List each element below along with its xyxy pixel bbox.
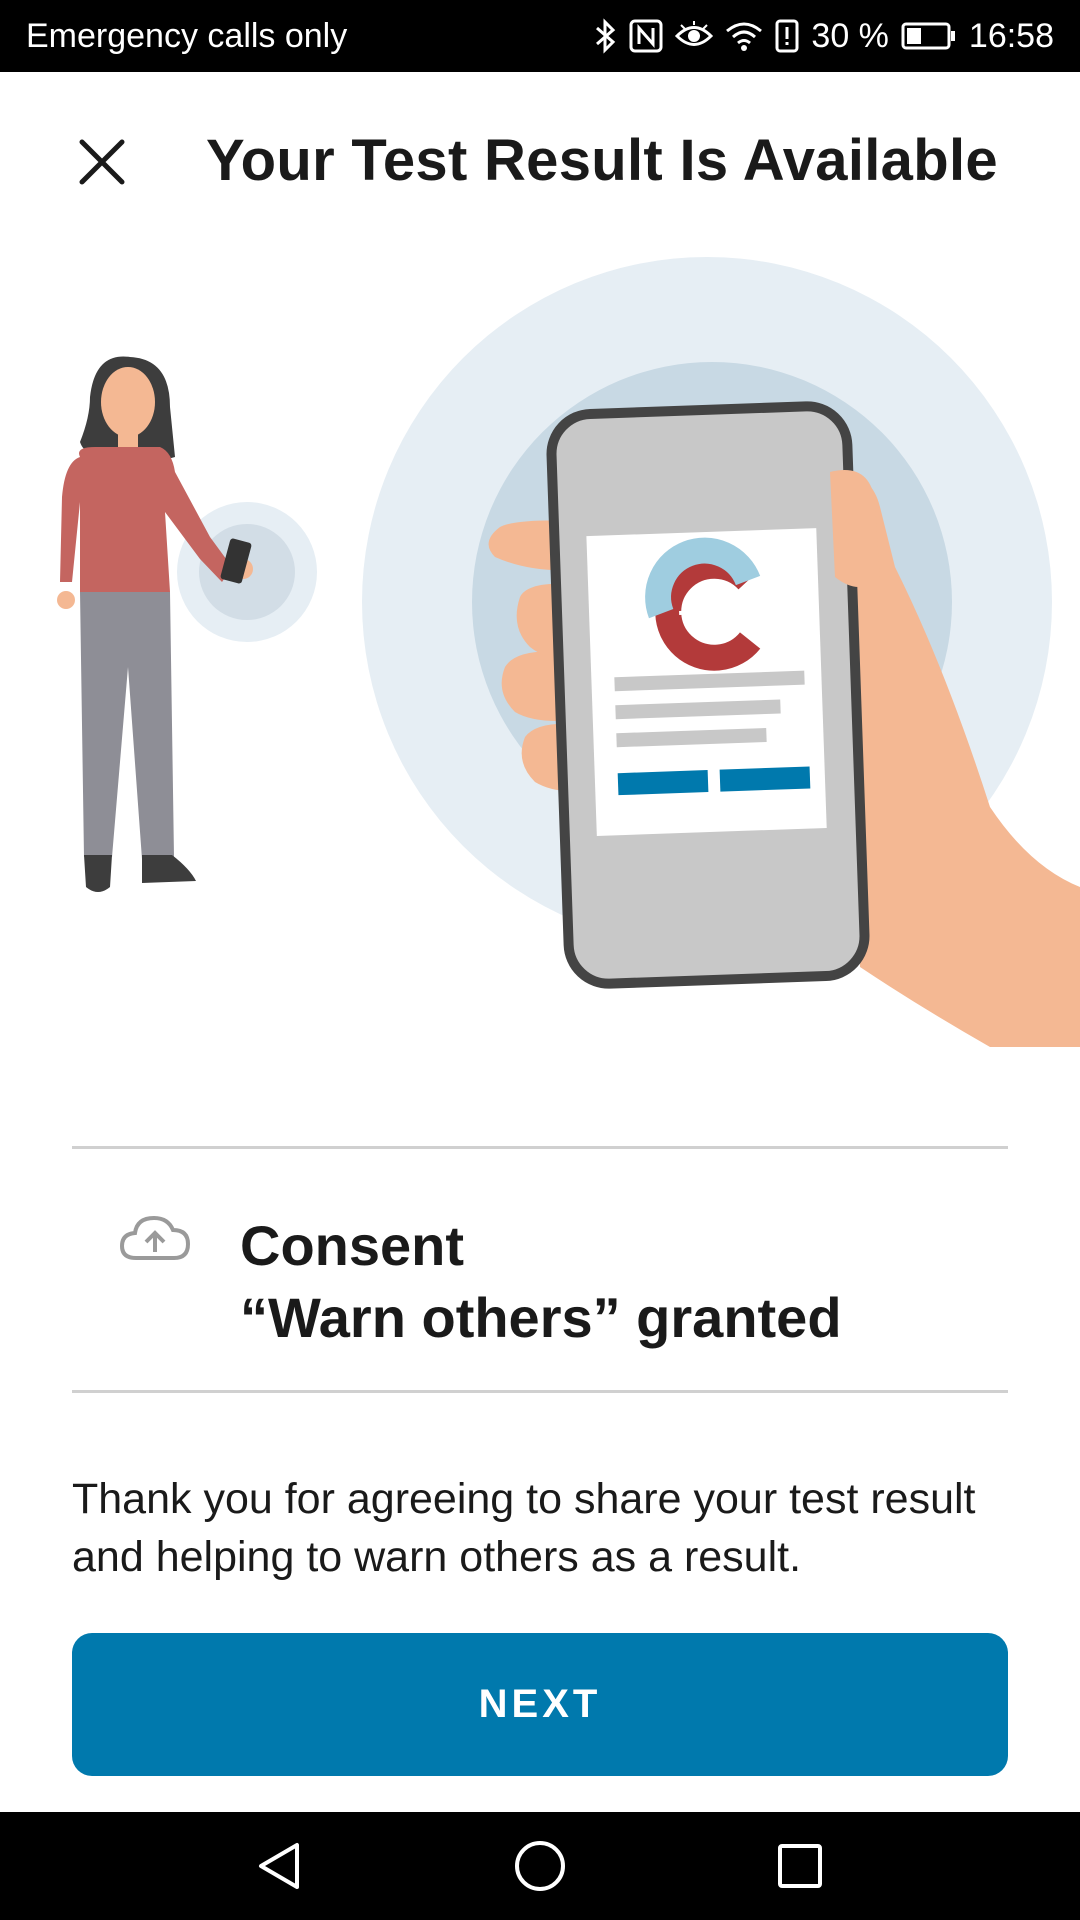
consent-status: Consent “Warn others” granted (72, 1150, 1008, 1388)
back-triangle-icon (259, 1843, 299, 1889)
body-text: Thank you for agreeing to share your tes… (72, 1475, 976, 1581)
battery-icon (901, 21, 957, 51)
close-button[interactable] (62, 122, 142, 202)
back-nav-button[interactable] (245, 1831, 315, 1901)
consent-line-1: Consent (240, 1214, 464, 1277)
carrier-text: Emergency calls only (26, 16, 348, 55)
divider-bottom (72, 1390, 1008, 1393)
page-title: Your Test Result Is Available (206, 128, 998, 193)
phone-device (546, 401, 880, 989)
woman-figure (57, 356, 317, 892)
alert-icon (775, 19, 799, 53)
close-icon (79, 139, 125, 185)
status-bar: Emergency calls only 30 % 16:58 (0, 0, 1080, 72)
illustration (0, 247, 1080, 1067)
eye-icon (675, 21, 714, 51)
header: Your Test Result Is Available (0, 72, 1080, 247)
next-button[interactable]: NEXT (72, 1633, 1008, 1776)
consent-line-2: “Warn others” granted (240, 1286, 842, 1349)
recents-nav-button[interactable] (765, 1831, 835, 1901)
home-circle-icon (515, 1841, 565, 1891)
home-nav-button[interactable] (505, 1831, 575, 1901)
consent-title: Consent “Warn others” granted (240, 1210, 842, 1354)
divider-top (72, 1146, 1008, 1149)
recents-square-icon (778, 1844, 822, 1888)
nfc-icon (629, 19, 663, 53)
bluetooth-icon (595, 18, 617, 54)
wifi-icon (725, 21, 763, 51)
clock: 16:58 (968, 16, 1054, 55)
navigation-bar (0, 1812, 1080, 1920)
status-icons: 30 % 16:58 (595, 17, 1054, 56)
battery-percent: 30 % (811, 16, 889, 55)
cloud-upload-icon (119, 1215, 191, 1260)
